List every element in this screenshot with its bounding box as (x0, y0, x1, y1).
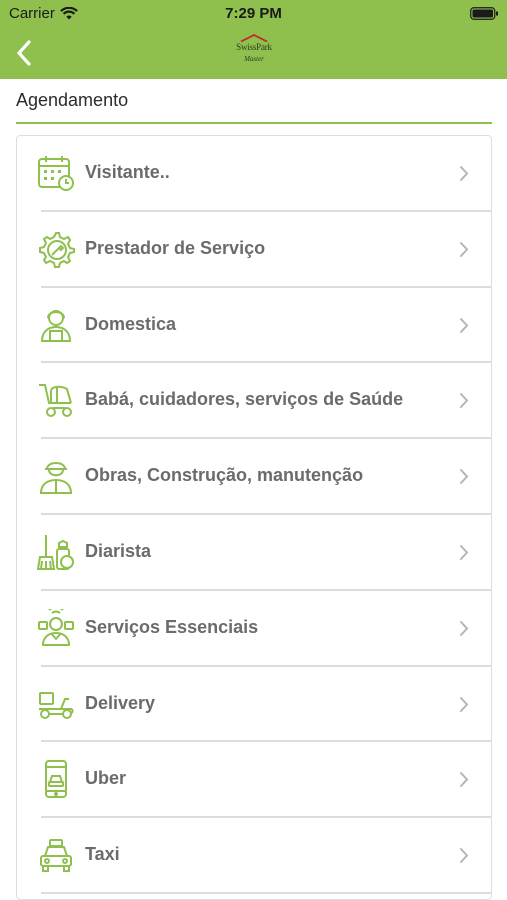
list-item-label: Domestica (85, 313, 177, 334)
chevron-right-icon (460, 544, 469, 560)
list-item-visitante[interactable]: Visitante.. (17, 136, 491, 212)
title-divider (16, 122, 492, 124)
gear-wrench-icon (39, 231, 75, 268)
list-item-delivery[interactable]: Delivery (17, 667, 491, 743)
chevron-left-icon (17, 40, 31, 66)
chevron-right-icon (460, 696, 469, 712)
chevron-right-icon (460, 772, 469, 788)
list-item-label: Visitante.. (85, 162, 170, 182)
status-time: 7:29 PM (225, 5, 282, 22)
logo-title: SwissPark (236, 42, 272, 52)
list-item-essenciais[interactable]: Serviços Essenciais (17, 591, 491, 667)
page-title: Agendamento (16, 90, 129, 110)
list-item-label: Prestador de Serviço (85, 237, 266, 258)
calendar-clock-icon (38, 156, 74, 191)
list-item-diarista[interactable]: Diarista (17, 515, 491, 591)
list-item-baba[interactable]: Babá, cuidadores, serviços de Saúde (17, 363, 491, 439)
chevron-right-icon (460, 241, 469, 257)
chevron-right-icon (460, 166, 469, 181)
category-list: Visitante.. Prestador de Serviço Domesti… (17, 136, 491, 894)
list-item-taxi[interactable]: Taxi (17, 818, 491, 894)
list-item-domestica[interactable]: Domestica (17, 288, 491, 364)
back-button[interactable] (10, 38, 38, 68)
taxi-icon (40, 839, 72, 873)
category-card: Visitante.. Prestador de Serviço Domesti… (16, 135, 492, 900)
chevron-right-icon (460, 620, 469, 636)
delivery-scooter-icon (39, 691, 74, 719)
battery-icon (470, 7, 498, 20)
swisspark-logo: SwissPark Master (224, 34, 284, 74)
app-header: Carrier 7:29 PM SwissPark Master (0, 0, 507, 79)
phone-car-icon (45, 760, 67, 799)
construction-worker-icon (39, 462, 73, 495)
chevron-right-icon (460, 848, 469, 864)
stroller-icon (39, 384, 72, 418)
housekeeper-icon (40, 309, 72, 342)
roof-logo-icon (240, 34, 268, 42)
chevron-right-icon (460, 317, 469, 333)
list-item-label: Delivery (85, 692, 156, 713)
logo-subtitle: Master (244, 55, 264, 63)
list-item-label: Diarista (85, 540, 152, 561)
cleaning-supplies-icon (37, 534, 74, 570)
list-item-label: Obras, Construção, manutenção (85, 465, 364, 486)
essential-worker-icon (38, 608, 74, 646)
list-item-label: Taxi (85, 844, 120, 865)
chevron-right-icon (460, 469, 469, 485)
list-item-uber[interactable]: Uber (17, 742, 491, 818)
list-item-label: Serviços Essenciais (85, 616, 259, 637)
list-item-prestador[interactable]: Prestador de Serviço (17, 212, 491, 288)
list-item-label: Uber (85, 768, 127, 789)
chevron-right-icon (460, 393, 469, 409)
list-item-obras[interactable]: Obras, Construção, manutenção (17, 439, 491, 515)
list-item-label: Babá, cuidadores, serviços de Saúde (85, 389, 404, 410)
status-bar: Carrier 7:29 PM (0, 0, 507, 28)
